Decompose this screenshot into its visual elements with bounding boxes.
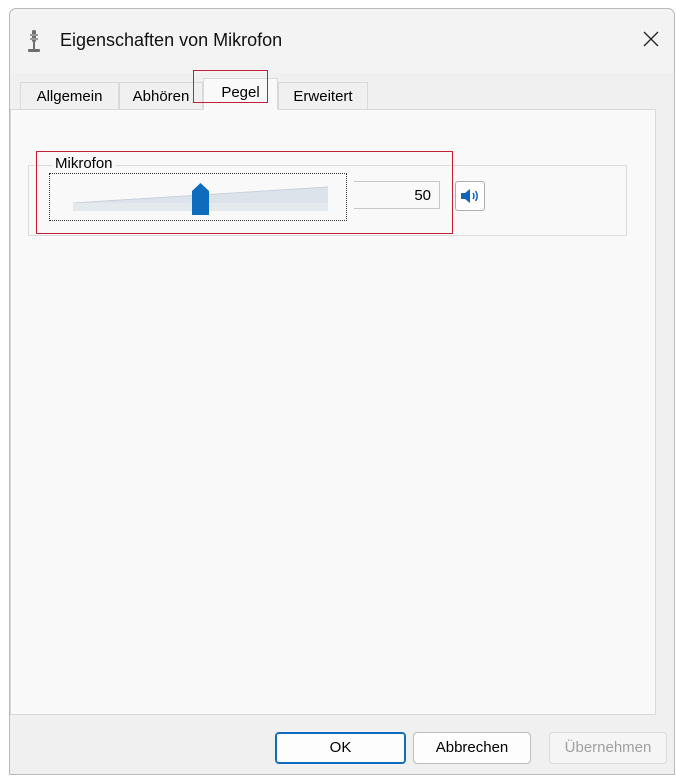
speaker-icon bbox=[461, 189, 478, 203]
tab-erweitert[interactable]: Erweitert bbox=[278, 82, 368, 109]
level-value: 50 bbox=[354, 181, 440, 209]
title-bar: Eigenschaften von Mikrofon bbox=[10, 9, 674, 73]
mute-toggle-button[interactable] bbox=[455, 181, 485, 211]
tab-allgemein[interactable]: Allgemein bbox=[20, 82, 119, 109]
tab-abhoeren[interactable]: Abhören bbox=[119, 82, 203, 109]
level-slider-thumb[interactable] bbox=[192, 183, 209, 215]
cancel-button[interactable]: Abbrechen bbox=[413, 732, 531, 764]
close-button[interactable] bbox=[628, 21, 674, 57]
ok-button[interactable]: OK bbox=[275, 732, 406, 764]
close-icon bbox=[643, 31, 659, 47]
window-title: Eigenschaften von Mikrofon bbox=[60, 30, 283, 50]
group-label: Mikrofon bbox=[52, 155, 116, 172]
apply-button[interactable]: Übernehmen bbox=[549, 732, 667, 764]
microphone-icon bbox=[28, 30, 40, 52]
tab-pegel[interactable]: Pegel bbox=[203, 78, 278, 110]
